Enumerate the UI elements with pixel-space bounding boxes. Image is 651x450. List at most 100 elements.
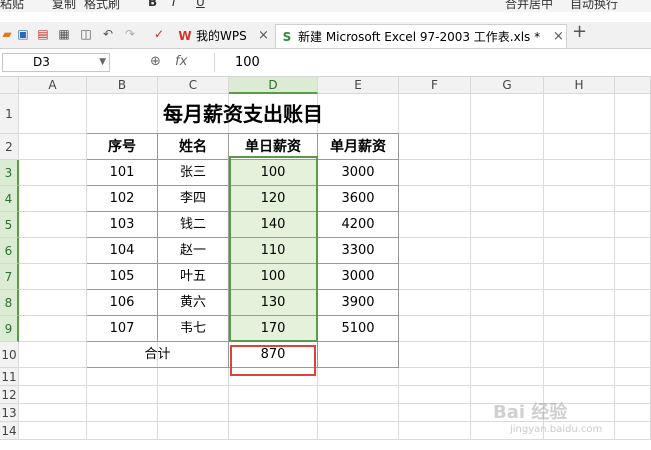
format-painter-button[interactable]: 格式刷 (84, 0, 120, 12)
name-cell[interactable]: 张三 (158, 160, 229, 186)
empty-cell[interactable] (19, 264, 87, 290)
name-box[interactable]: D3 ▼ (2, 53, 110, 72)
empty-cell[interactable] (615, 186, 651, 212)
tab-workbook[interactable]: S 新建 Microsoft Excel 97-2003 工作表.xls * × (275, 24, 567, 48)
empty-cell[interactable] (615, 264, 651, 290)
column-header-f[interactable]: F (399, 77, 471, 94)
empty-cell[interactable] (399, 186, 471, 212)
empty-cell[interactable] (615, 368, 651, 386)
select-all-corner[interactable] (0, 77, 19, 94)
monthly-pay-cell[interactable]: 4200 (318, 212, 399, 238)
empty-cell[interactable] (471, 316, 544, 342)
empty-cell[interactable] (318, 368, 399, 386)
empty-cell[interactable] (87, 404, 158, 422)
total-empty-cell[interactable] (318, 342, 399, 368)
empty-cell[interactable] (471, 94, 544, 134)
empty-cell[interactable] (544, 264, 615, 290)
save-icon[interactable]: ▣ (16, 27, 30, 41)
chevron-down-icon[interactable]: ▼ (99, 54, 106, 71)
empty-cell[interactable] (615, 422, 651, 440)
name-cell[interactable]: 李四 (158, 186, 229, 212)
empty-cell[interactable] (229, 422, 318, 440)
header-cell-daily-pay[interactable]: 单日薪资 (229, 134, 318, 160)
empty-cell[interactable] (615, 212, 651, 238)
empty-cell[interactable] (544, 290, 615, 316)
empty-cell[interactable] (399, 160, 471, 186)
monthly-pay-cell[interactable]: 3300 (318, 238, 399, 264)
empty-cell[interactable] (471, 186, 544, 212)
empty-cell[interactable] (544, 342, 615, 368)
row-header-10[interactable]: 10 (0, 342, 19, 368)
empty-cell[interactable] (19, 94, 87, 134)
empty-cell[interactable] (229, 368, 318, 386)
empty-cell[interactable] (544, 160, 615, 186)
empty-cell[interactable] (615, 316, 651, 342)
empty-cell[interactable] (544, 186, 615, 212)
empty-cell[interactable] (19, 342, 87, 368)
row-header-11[interactable]: 11 (0, 368, 19, 386)
empty-cell[interactable] (19, 186, 87, 212)
empty-cell[interactable] (615, 94, 651, 134)
empty-cell[interactable] (471, 134, 544, 160)
empty-cell[interactable] (19, 134, 87, 160)
empty-cell[interactable] (544, 212, 615, 238)
empty-cell[interactable] (544, 368, 615, 386)
merge-center-button[interactable]: 合并居中 (505, 0, 553, 12)
empty-cell[interactable] (399, 264, 471, 290)
empty-cell[interactable] (318, 404, 399, 422)
name-cell[interactable]: 叶五 (158, 264, 229, 290)
empty-cell[interactable] (19, 386, 87, 404)
column-header-i[interactable] (615, 77, 651, 94)
redo-icon[interactable]: ↷ (123, 27, 137, 41)
paste-button[interactable]: 粘贴 (0, 0, 24, 12)
italic-button[interactable]: I (172, 0, 176, 9)
empty-cell[interactable] (87, 386, 158, 404)
empty-cell[interactable] (399, 94, 471, 134)
empty-cell[interactable] (471, 290, 544, 316)
monthly-pay-cell[interactable]: 3600 (318, 186, 399, 212)
underline-button[interactable]: U (196, 0, 205, 9)
empty-cell[interactable] (399, 342, 471, 368)
column-header-b[interactable]: B (87, 77, 158, 94)
sheet-title[interactable]: 每月薪资支出账目 (87, 94, 399, 134)
empty-cell[interactable] (229, 404, 318, 422)
empty-cell[interactable] (87, 368, 158, 386)
empty-cell[interactable] (615, 404, 651, 422)
empty-cell[interactable] (19, 212, 87, 238)
empty-cell[interactable] (399, 404, 471, 422)
empty-cell[interactable] (615, 238, 651, 264)
export-pdf-icon[interactable]: ▤ (36, 27, 50, 41)
row-header-2[interactable]: 2 (0, 134, 19, 160)
row-header-1[interactable]: 1 (0, 94, 19, 134)
copy-button[interactable]: 复制 (52, 0, 76, 12)
empty-cell[interactable] (19, 368, 87, 386)
empty-cell[interactable] (318, 422, 399, 440)
empty-cell[interactable] (471, 264, 544, 290)
empty-cell[interactable] (544, 238, 615, 264)
fx-button[interactable]: fx (175, 54, 187, 69)
zoom-search-icon[interactable]: ⊕ (150, 54, 161, 69)
header-cell-monthly-pay[interactable]: 单月薪资 (318, 134, 399, 160)
empty-cell[interactable] (471, 160, 544, 186)
undo-icon[interactable]: ↶ (101, 27, 115, 41)
empty-cell[interactable] (158, 386, 229, 404)
close-icon[interactable]: × (258, 24, 269, 48)
empty-cell[interactable] (544, 94, 615, 134)
empty-cell[interactable] (19, 316, 87, 342)
total-label-cell[interactable]: 合计 (87, 342, 229, 368)
new-tab-plus-icon[interactable]: + (572, 23, 587, 41)
empty-cell[interactable] (229, 386, 318, 404)
header-cell-name[interactable]: 姓名 (158, 134, 229, 160)
empty-cell[interactable] (399, 422, 471, 440)
empty-cell[interactable] (615, 290, 651, 316)
empty-cell[interactable] (158, 404, 229, 422)
header-cell-id[interactable]: 序号 (87, 134, 158, 160)
row-header-9[interactable]: 9 (0, 316, 19, 342)
id-cell[interactable]: 107 (87, 316, 158, 342)
empty-cell[interactable] (158, 368, 229, 386)
empty-cell[interactable] (544, 316, 615, 342)
daily-pay-cell[interactable]: 110 (229, 238, 318, 264)
row-header-13[interactable]: 13 (0, 404, 19, 422)
column-header-h[interactable]: H (544, 77, 615, 94)
empty-cell[interactable] (399, 290, 471, 316)
